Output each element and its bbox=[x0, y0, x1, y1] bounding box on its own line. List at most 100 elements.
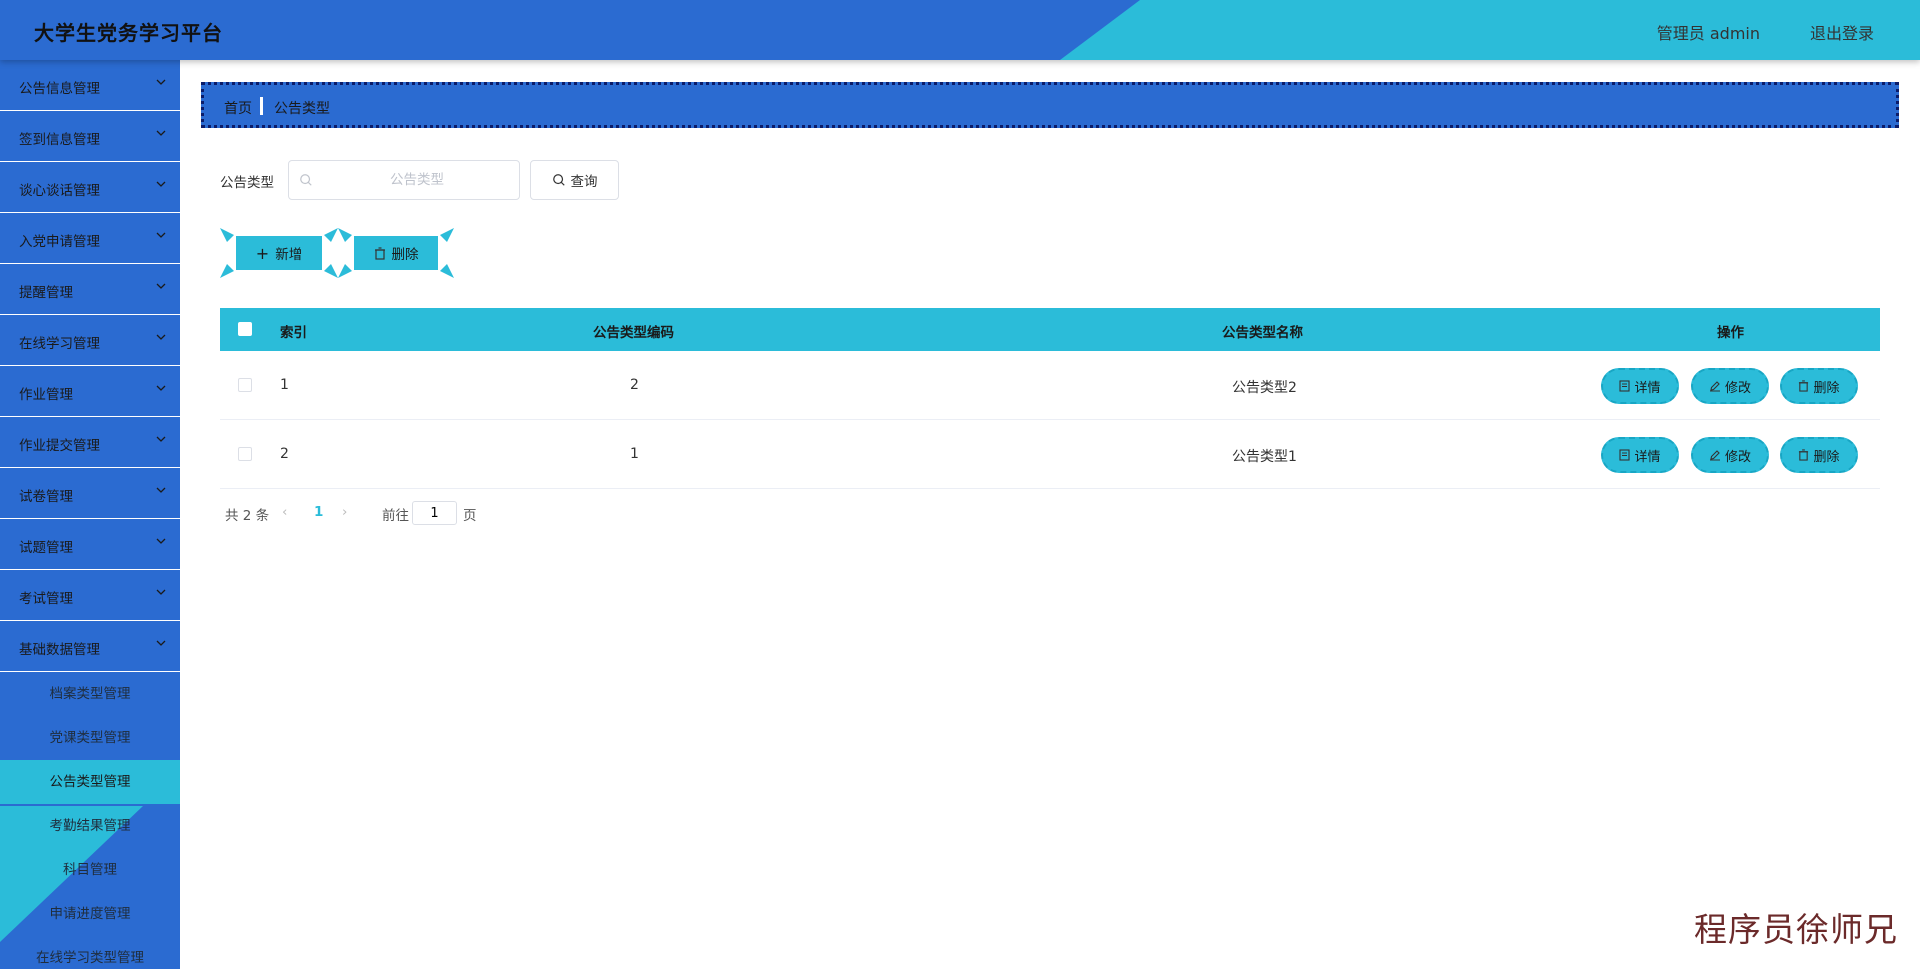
data-table: 索引 公告类型编码 公告类型名称 操作 1 2 公告类型2 详情 修改 删除 2 1 公告类型1… bbox=[220, 308, 1880, 489]
sidebar-menu-item[interactable]: 在线学习管理 bbox=[0, 315, 180, 366]
detail-button-label: 详情 bbox=[1634, 380, 1661, 396]
chevron-down-icon bbox=[156, 589, 166, 595]
chevron-down-icon bbox=[156, 385, 166, 391]
document-icon bbox=[1619, 449, 1631, 461]
delete-button[interactable]: 删除 bbox=[1780, 368, 1858, 404]
prev-page-icon[interactable]: ‹ bbox=[282, 504, 287, 520]
search-icon bbox=[300, 174, 312, 186]
table-row: 1 2 公告类型2 详情 修改 删除 bbox=[220, 351, 1880, 420]
sidebar-menu-item[interactable]: 基础数据管理 bbox=[0, 621, 180, 672]
edit-icon bbox=[1709, 450, 1720, 461]
page-number[interactable]: 1 bbox=[314, 504, 323, 520]
detail-button[interactable]: 详情 bbox=[1601, 437, 1679, 473]
sidebar-menu-label: 考试管理 bbox=[19, 591, 73, 607]
edit-button[interactable]: 修改 bbox=[1691, 368, 1769, 404]
sidebar-menu-label: 提醒管理 bbox=[19, 285, 73, 301]
add-button-label: 新增 bbox=[275, 247, 303, 263]
sidebar-submenu-item[interactable]: 公告类型管理 bbox=[0, 760, 180, 804]
sidebar-menu-label: 谈心谈话管理 bbox=[19, 183, 100, 199]
sidebar-submenu-item[interactable]: 档案类型管理 bbox=[0, 672, 180, 716]
cell-code: 1 bbox=[630, 446, 639, 462]
sidebar-submenu-item[interactable]: 考勤结果管理 bbox=[0, 804, 180, 848]
sidebar-submenu-item[interactable]: 党课类型管理 bbox=[0, 716, 180, 760]
document-icon bbox=[1619, 380, 1631, 392]
detail-button[interactable]: 详情 bbox=[1601, 368, 1679, 404]
sidebar-menu-item[interactable]: 签到信息管理 bbox=[0, 111, 180, 162]
sidebar-menu-label: 作业提交管理 bbox=[19, 438, 100, 454]
edit-button[interactable]: 修改 bbox=[1691, 437, 1769, 473]
search-icon bbox=[552, 174, 565, 186]
chevron-down-icon bbox=[156, 640, 166, 646]
delete-button-label: 删除 bbox=[1813, 380, 1840, 396]
select-all-checkbox[interactable] bbox=[238, 322, 252, 336]
goto-unit: 页 bbox=[463, 508, 477, 524]
table-row: 2 1 公告类型1 详情 修改 删除 bbox=[220, 420, 1880, 489]
add-button[interactable]: + 新增 bbox=[220, 228, 338, 278]
trash-icon bbox=[374, 246, 385, 260]
breadcrumb-home[interactable]: 首页 bbox=[224, 98, 252, 118]
edit-button-label: 修改 bbox=[1724, 380, 1751, 396]
edit-icon bbox=[1709, 381, 1720, 392]
sidebar-menu-label: 入党申请管理 bbox=[19, 234, 100, 250]
batch-delete-label: 删除 bbox=[391, 247, 419, 263]
app-title: 大学生党务学习平台 bbox=[34, 21, 223, 45]
search-label: 公告类型 bbox=[220, 175, 274, 191]
sidebar-menu-item[interactable]: 谈心谈话管理 bbox=[0, 162, 180, 213]
sidebar-submenu-item[interactable]: 申请进度管理 bbox=[0, 892, 180, 936]
goto-page-input[interactable] bbox=[412, 501, 457, 525]
pagination-total: 共 2 条 bbox=[225, 508, 270, 524]
top-header: 大学生党务学习平台 管理员 admin 退出登录 bbox=[0, 0, 1920, 60]
chevron-down-icon bbox=[156, 130, 166, 136]
sidebar-menu-label: 作业管理 bbox=[19, 387, 73, 403]
search-input-wrapper bbox=[288, 160, 520, 200]
query-button-label: 查询 bbox=[570, 174, 598, 190]
cell-name: 公告类型1 bbox=[1232, 449, 1297, 465]
sidebar-menu-item[interactable]: 考试管理 bbox=[0, 570, 180, 621]
batch-delete-button[interactable]: 删除 bbox=[338, 228, 454, 278]
row-checkbox[interactable] bbox=[238, 447, 252, 461]
chevron-down-icon bbox=[156, 283, 166, 289]
row-checkbox[interactable] bbox=[238, 378, 252, 392]
cell-code: 2 bbox=[630, 377, 639, 393]
sidebar: 公告信息管理签到信息管理 谈心谈话管理 入党申请管理 提醒管理在线学习管理作业管理作业… bbox=[0, 60, 180, 969]
sidebar-menu-item[interactable]: 提醒管理 bbox=[0, 264, 180, 315]
sidebar-menu-item[interactable]: 公告信息管理 bbox=[0, 60, 180, 111]
detail-button-label: 详情 bbox=[1634, 449, 1661, 465]
search-input[interactable] bbox=[319, 161, 515, 199]
chevron-down-icon bbox=[156, 538, 166, 544]
chevron-down-icon bbox=[156, 334, 166, 340]
edit-button-label: 修改 bbox=[1724, 449, 1751, 465]
chevron-down-icon bbox=[156, 487, 166, 493]
sidebar-menu-item[interactable]: 试卷管理 bbox=[0, 468, 180, 519]
next-page-icon[interactable]: › bbox=[342, 504, 347, 520]
sidebar-menu-item[interactable]: 作业提交管理 bbox=[0, 417, 180, 468]
sidebar-menu-item[interactable]: 试题管理 bbox=[0, 519, 180, 570]
sidebar-menu-item[interactable]: 作业管理 bbox=[0, 366, 180, 417]
delete-button-label: 删除 bbox=[1813, 449, 1840, 465]
delete-button[interactable]: 删除 bbox=[1780, 437, 1858, 473]
goto-label: 前往 bbox=[382, 508, 409, 524]
breadcrumb-current: 公告类型 bbox=[274, 101, 330, 117]
col-index: 索引 bbox=[280, 325, 307, 341]
breadcrumb-separator bbox=[260, 97, 263, 115]
table-header: 索引 公告类型编码 公告类型名称 操作 bbox=[220, 308, 1880, 351]
col-ops: 操作 bbox=[1717, 325, 1744, 341]
chevron-down-icon bbox=[156, 181, 166, 187]
cell-index: 1 bbox=[280, 377, 289, 393]
plus-icon: + bbox=[255, 243, 270, 263]
trash-icon bbox=[1799, 449, 1809, 461]
trash-icon bbox=[1799, 380, 1809, 392]
sidebar-submenu-item[interactable]: 科目管理 bbox=[0, 848, 180, 892]
col-name: 公告类型名称 bbox=[1222, 325, 1303, 341]
sidebar-menu-item[interactable]: 入党申请管理 bbox=[0, 213, 180, 264]
logout-link[interactable]: 退出登录 bbox=[1810, 20, 1874, 44]
breadcrumb: 首页 公告类型 bbox=[201, 82, 1899, 128]
sidebar-submenu-item[interactable]: 在线学习类型管理 bbox=[0, 936, 180, 969]
chevron-down-icon bbox=[156, 436, 166, 442]
query-button[interactable]: 查询 bbox=[530, 160, 619, 200]
cell-name: 公告类型2 bbox=[1232, 380, 1297, 396]
chevron-down-icon bbox=[156, 79, 166, 85]
header-decoration bbox=[1060, 0, 1920, 60]
col-code: 公告类型编码 bbox=[593, 325, 674, 341]
sidebar-menu-label: 签到信息管理 bbox=[19, 132, 100, 148]
